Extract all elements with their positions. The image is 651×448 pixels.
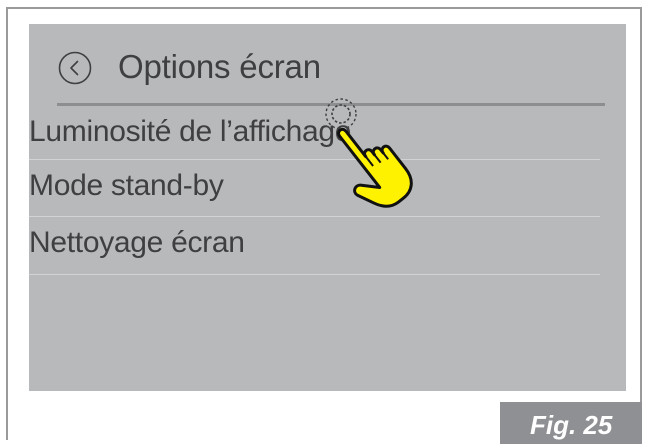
menu-item-screen-cleaning[interactable]: Nettoyage écran — [29, 217, 600, 275]
tap-hand-icon — [325, 98, 413, 208]
menu-item-brightness[interactable]: Luminosité de l’affichage — [29, 106, 600, 160]
figure-caption: Fig. 25 — [500, 402, 642, 444]
options-menu: Luminosité de l’affichage Mode stand-by … — [29, 106, 600, 275]
menu-item-standby[interactable]: Mode stand-by — [29, 160, 600, 217]
menu-item-label: Nettoyage écran — [29, 226, 245, 259]
page-title: Options écran — [118, 48, 321, 85]
menu-item-label: Mode stand-by — [29, 169, 224, 202]
back-button[interactable] — [58, 51, 92, 85]
menu-item-label: Luminosité de l’affichage — [29, 115, 352, 148]
chevron-left-circle-icon — [58, 51, 92, 85]
